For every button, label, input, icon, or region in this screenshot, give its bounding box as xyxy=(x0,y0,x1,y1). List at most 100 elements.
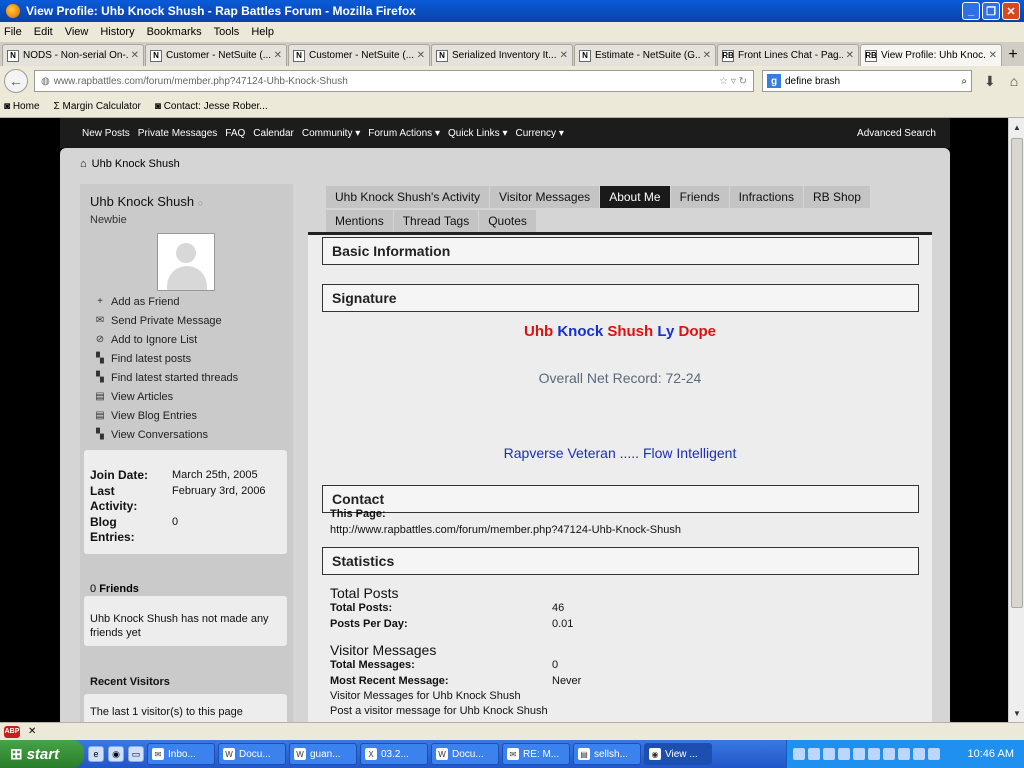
close-button[interactable]: ✕ xyxy=(1002,2,1020,20)
bookmark-star-icon[interactable]: ☆ ▿ ↻ xyxy=(719,76,747,87)
tray-icon[interactable] xyxy=(913,748,925,760)
bookmark-margin-calculator[interactable]: Σ Margin Calculator xyxy=(54,101,141,112)
shield-icon[interactable] xyxy=(838,748,850,760)
taskbar-item[interactable]: W Docu... xyxy=(218,743,286,765)
adblock-icon[interactable]: ABP xyxy=(4,725,20,738)
back-button[interactable]: ← xyxy=(4,69,28,93)
search-bar[interactable]: g define brash ⌕ xyxy=(762,70,972,92)
tab-close-icon[interactable]: ✕ xyxy=(703,50,711,61)
post-visitor-message-link[interactable]: Post a visitor message for Uhb Knock Shu… xyxy=(330,705,548,717)
tab-close-icon[interactable]: ✕ xyxy=(274,50,282,61)
menu-file[interactable]: File xyxy=(4,26,22,38)
tray-icon[interactable] xyxy=(823,748,835,760)
scrollbar-thumb[interactable] xyxy=(1011,138,1023,608)
menu-history[interactable]: History xyxy=(100,26,134,38)
this-page-url[interactable]: http://www.rapbattles.com/forum/member.p… xyxy=(330,524,681,536)
menu-help[interactable]: Help xyxy=(251,26,274,38)
tab-visitor-messages[interactable]: Visitor Messages xyxy=(490,186,600,208)
add-friend-link[interactable]: + Add as Friend xyxy=(94,292,238,311)
ignore-list-link[interactable]: ⊘ Add to Ignore List xyxy=(94,330,238,349)
tab-rb-shop[interactable]: RB Shop xyxy=(803,186,870,208)
tab-close-icon[interactable]: ✕ xyxy=(846,50,854,61)
nav-new-posts[interactable]: New Posts xyxy=(82,128,130,139)
browser-tab-active[interactable]: RB View Profile: Uhb Knoc... ✕ xyxy=(860,44,1002,66)
desktop-icon[interactable]: ▭ xyxy=(128,746,144,762)
tab-close-icon[interactable]: ✕ xyxy=(131,50,139,61)
nav-community[interactable]: Community ▾ xyxy=(302,128,360,139)
menu-bookmarks[interactable]: Bookmarks xyxy=(147,26,202,38)
maximize-button[interactable]: ❐ xyxy=(982,2,1000,20)
start-button[interactable]: ⊞ start xyxy=(0,740,84,768)
taskbar-item[interactable]: X 03.2... xyxy=(360,743,428,765)
taskbar-item[interactable]: ✉ RE: M... xyxy=(502,743,570,765)
scroll-down-icon[interactable]: ▼ xyxy=(1011,706,1023,720)
browser-tab[interactable]: N NODS - Non-serial On-... ✕ xyxy=(2,44,144,66)
taskbar-item[interactable]: Wguan... xyxy=(289,743,357,765)
nav-quick-links[interactable]: Quick Links ▾ xyxy=(448,128,507,139)
taskbar-item[interactable]: W Docu... xyxy=(431,743,499,765)
tray-icon[interactable] xyxy=(928,748,940,760)
status-close-icon[interactable]: ✕ xyxy=(28,726,36,737)
posts-icon: ▚ xyxy=(96,353,104,364)
tray-icon[interactable] xyxy=(793,748,805,760)
nav-private-messages[interactable]: Private Messages xyxy=(138,128,217,139)
visitor-messages-link[interactable]: Visitor Messages for Uhb Knock Shush xyxy=(330,690,521,702)
menu-view[interactable]: View xyxy=(65,26,89,38)
url-bar[interactable]: ◍ www.rapbattles.com/forum/member.php?47… xyxy=(34,70,754,92)
tab-close-icon[interactable]: ✕ xyxy=(989,50,997,61)
minimize-button[interactable]: _ xyxy=(962,2,980,20)
search-input[interactable]: define brash xyxy=(785,76,840,87)
latest-threads-link[interactable]: ▚ Find latest started threads xyxy=(94,368,238,387)
taskbar: ⊞ start e ◉ ▭ ✉ Inbo... W Docu... Wguan... … xyxy=(0,740,1024,768)
tab-mentions[interactable]: Mentions xyxy=(326,210,393,232)
nav-faq[interactable]: FAQ xyxy=(225,128,245,139)
tray-icon[interactable] xyxy=(883,748,895,760)
bookmark-home[interactable]: ◙ Home xyxy=(4,101,40,112)
tab-about-me[interactable]: About Me xyxy=(600,186,670,208)
tray-icon[interactable] xyxy=(808,748,820,760)
taskbar-item[interactable]: ✉ Inbo... xyxy=(147,743,215,765)
word-icon: W xyxy=(436,748,448,760)
netsuite-icon: ◙ xyxy=(4,101,13,112)
bookmark-contact[interactable]: ◙ Contact: Jesse Rober... xyxy=(155,101,268,112)
menu-tools[interactable]: Tools xyxy=(214,26,240,38)
browser-tab[interactable]: RB Front Lines Chat - Pag... ✕ xyxy=(717,44,859,66)
browser-tab[interactable]: N Serialized Inventory It... ✕ xyxy=(431,44,573,66)
home-icon[interactable]: ⌂ xyxy=(1010,73,1018,89)
new-tab-button[interactable]: + xyxy=(1003,44,1023,66)
tab-thread-tags[interactable]: Thread Tags xyxy=(393,210,479,232)
browser-tab[interactable]: N Customer - NetSuite (... ✕ xyxy=(145,44,287,66)
view-articles-link[interactable]: ▤ View Articles xyxy=(94,387,238,406)
home-icon[interactable]: ⌂ xyxy=(80,158,87,170)
browser-tab[interactable]: N Estimate - NetSuite (G... ✕ xyxy=(574,44,716,66)
advanced-search-link[interactable]: Advanced Search xyxy=(857,128,936,139)
tab-close-icon[interactable]: ✕ xyxy=(417,50,425,61)
nav-calendar[interactable]: Calendar xyxy=(253,128,294,139)
page-scrollbar[interactable]: ▲ ▼ xyxy=(1008,118,1024,722)
ie-icon[interactable]: e xyxy=(88,746,104,762)
nav-currency[interactable]: Currency ▾ xyxy=(515,128,563,139)
network-icon[interactable] xyxy=(898,748,910,760)
profile-actions: + Add as Friend ✉ Send Private Message ⊘ Ad… xyxy=(94,292,238,444)
firefox-quick-icon[interactable]: ◉ xyxy=(108,746,124,762)
download-icon[interactable]: ⬇ xyxy=(984,73,996,90)
taskbar-item-active[interactable]: ◉ View ... xyxy=(644,743,712,765)
scroll-up-icon[interactable]: ▲ xyxy=(1011,120,1023,134)
taskbar-item[interactable]: ▤ sellsh... xyxy=(573,743,641,765)
magnifier-icon[interactable]: ⌕ xyxy=(961,76,967,87)
tab-close-icon[interactable]: ✕ xyxy=(560,50,568,61)
nav-forum-actions[interactable]: Forum Actions ▾ xyxy=(368,128,440,139)
tray-icon[interactable] xyxy=(868,748,880,760)
view-blog-link[interactable]: ▤ View Blog Entries xyxy=(94,406,238,425)
tab-friends[interactable]: Friends xyxy=(670,186,729,208)
latest-posts-link[interactable]: ▚ Find latest posts xyxy=(94,349,238,368)
menu-edit[interactable]: Edit xyxy=(34,26,53,38)
volume-icon[interactable] xyxy=(853,748,865,760)
tab-activity[interactable]: Uhb Knock Shush's Activity xyxy=(326,186,490,208)
tab-quotes[interactable]: Quotes xyxy=(479,210,536,232)
browser-tab[interactable]: N Customer - NetSuite (... ✕ xyxy=(288,44,430,66)
send-pm-link[interactable]: ✉ Send Private Message xyxy=(94,311,238,330)
view-conversations-link[interactable]: ▚ View Conversations xyxy=(94,425,238,444)
tab-infractions[interactable]: Infractions xyxy=(729,186,803,208)
contact-heading: Contact xyxy=(322,485,919,513)
